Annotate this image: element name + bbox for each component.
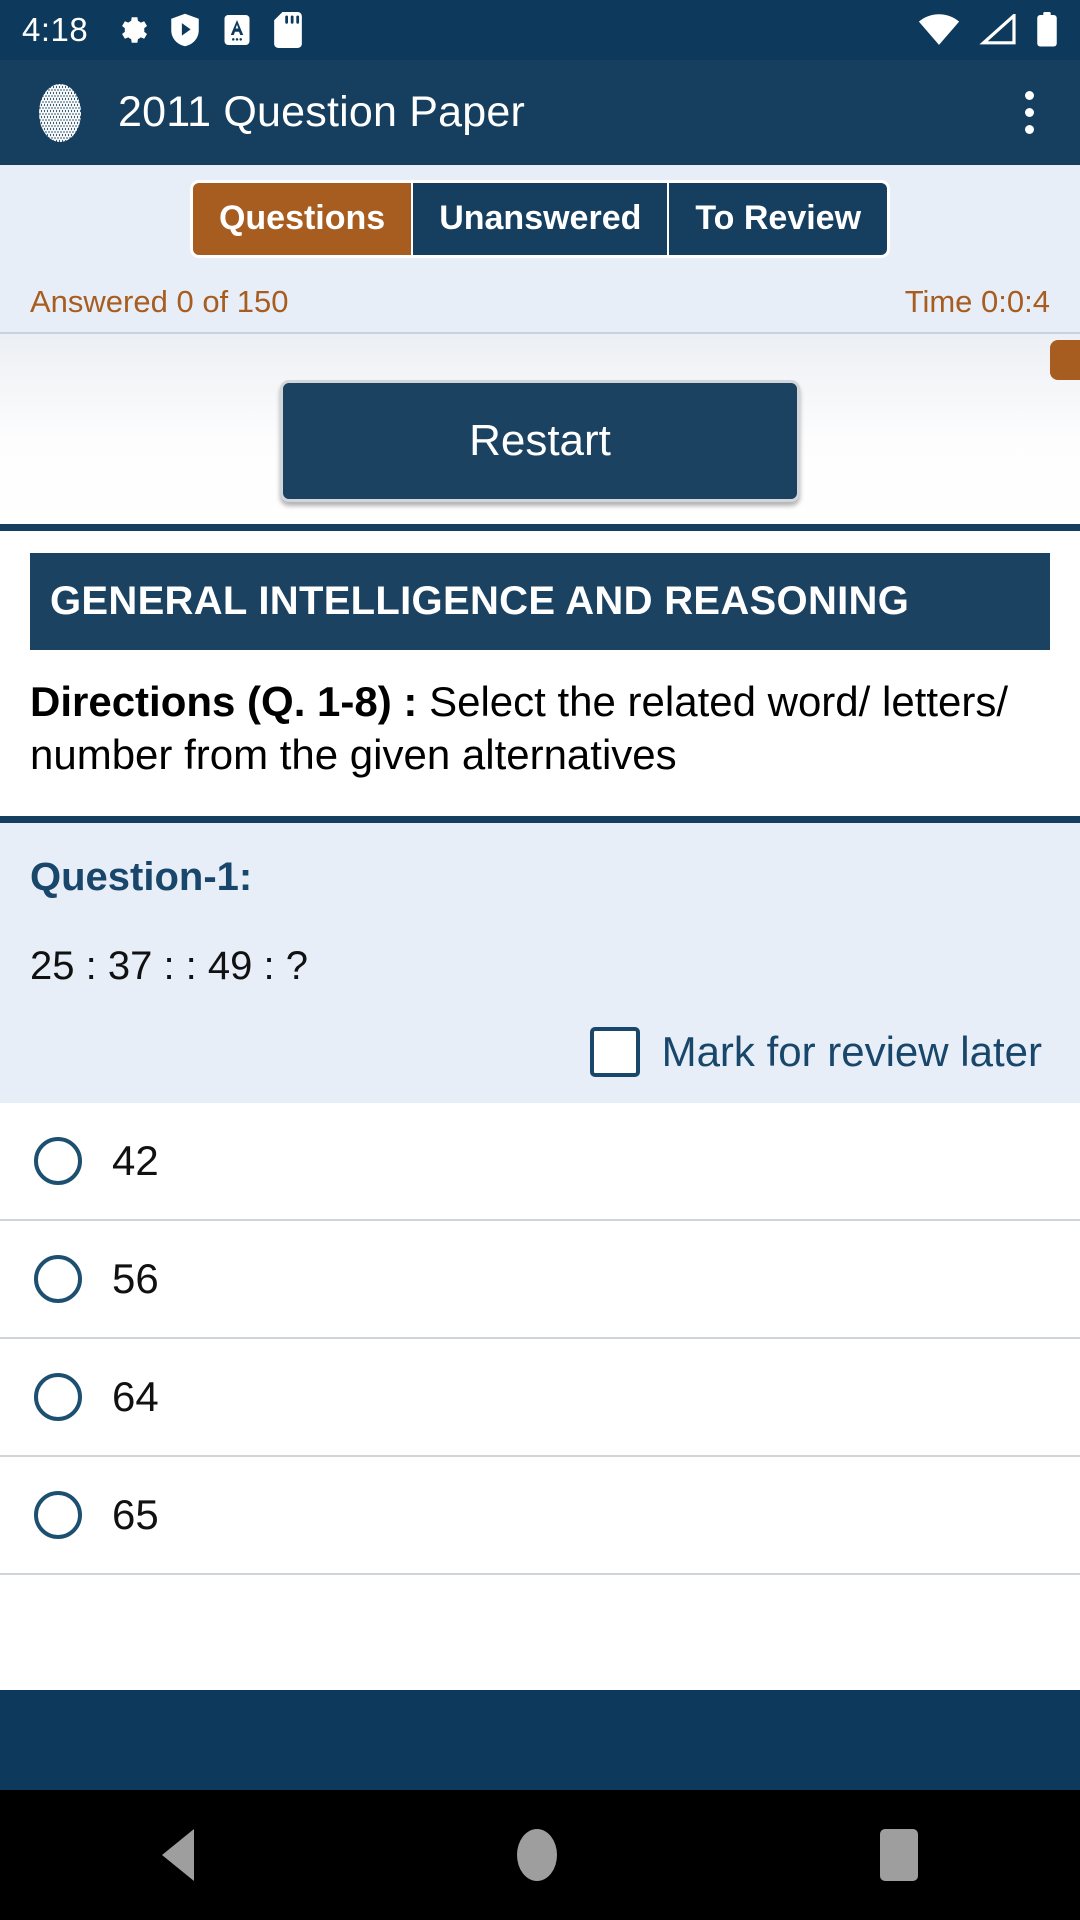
status-left-icons <box>114 12 303 48</box>
tab-group: Questions Unanswered To Review <box>192 182 888 255</box>
option-label: 42 <box>112 1136 159 1184</box>
option-row-2[interactable]: 56 <box>0 1221 1080 1339</box>
question-card: Question-1: 25 : 37 : : 49 : ? Mark for … <box>0 815 1080 1103</box>
radio-icon[interactable] <box>34 1136 82 1185</box>
question-label: Question-1: <box>30 854 253 899</box>
mark-for-review-checkbox[interactable] <box>589 1026 640 1077</box>
status-clock: 4:18 <box>22 11 89 48</box>
app-title: 2011 Question Paper <box>118 88 526 136</box>
app-bar: 2011 Question Paper <box>0 60 1080 165</box>
progress-status-row: Answered 0 of 150 Time 0:0:4 <box>0 272 1080 334</box>
mark-for-review-row[interactable]: Mark for review later <box>30 1026 1050 1077</box>
restart-button[interactable]: Restart <box>280 380 800 502</box>
radio-icon[interactable] <box>34 1254 82 1303</box>
radio-icon[interactable] <box>34 1490 82 1539</box>
directions-text: Directions (Q. 1-8) : Select the related… <box>30 676 1050 782</box>
tab-bar: Questions Unanswered To Review <box>0 165 1080 272</box>
back-triangle-icon[interactable] <box>161 1829 194 1881</box>
directions-prefix: Directions (Q. 1-8) : <box>30 678 418 725</box>
shield-play-icon <box>171 13 199 47</box>
recents-square-icon[interactable] <box>880 1829 919 1881</box>
directions-card: GENERAL INTELLIGENCE AND REASONING Direc… <box>0 524 1080 816</box>
option-row-4[interactable]: 65 <box>0 1457 1080 1575</box>
radio-icon[interactable] <box>34 1372 82 1421</box>
option-label: 56 <box>112 1254 159 1302</box>
gear-icon <box>122 17 148 43</box>
bottom-navy-band <box>0 1690 1080 1790</box>
option-row-3[interactable]: 64 <box>0 1339 1080 1457</box>
offscreen-chip[interactable] <box>1050 340 1080 380</box>
mark-for-review-label: Mark for review later <box>661 1027 1042 1075</box>
answer-options-list: 42 56 64 65 <box>0 1102 1080 1575</box>
tab-unanswered[interactable]: Unanswered <box>411 182 668 255</box>
tab-to-review[interactable]: To Review <box>667 182 888 255</box>
section-banner: GENERAL INTELLIGENCE AND REASONING <box>30 553 1050 650</box>
sd-card-icon <box>274 12 303 48</box>
wifi-icon <box>918 14 960 45</box>
option-row-1[interactable]: 42 <box>0 1103 1080 1221</box>
question-text: 25 : 37 : : 49 : ? <box>30 943 308 988</box>
text-a-icon <box>224 15 250 45</box>
overflow-menu-icon[interactable] <box>1006 80 1052 146</box>
android-nav-bar <box>0 1790 1080 1920</box>
question-card-inner: Question-1: 25 : 37 : : 49 : ? Mark for … <box>0 823 1080 1103</box>
signal-icon <box>979 14 1016 45</box>
option-label: 65 <box>112 1490 159 1538</box>
restart-zone: Restart <box>0 334 1080 524</box>
phone-screen: 4:18 2011 Question Paper Questions Unans… <box>0 0 1080 1920</box>
home-circle-icon[interactable] <box>516 1829 557 1881</box>
content-scroll-area[interactable]: Restart GENERAL INTELLIGENCE AND REASONI… <box>0 334 1080 1690</box>
status-right-icons <box>918 12 1058 48</box>
option-label: 64 <box>112 1372 159 1420</box>
status-bar: 4:18 <box>0 0 1080 60</box>
elapsed-time: Time 0:0:4 <box>904 284 1050 319</box>
tab-questions[interactable]: Questions <box>192 182 412 255</box>
battery-icon <box>1037 12 1057 47</box>
directions-card-inner: GENERAL INTELLIGENCE AND REASONING Direc… <box>0 531 1080 816</box>
diamond-mesh-logo <box>39 83 81 142</box>
answered-count: Answered 0 of 150 <box>30 284 289 319</box>
